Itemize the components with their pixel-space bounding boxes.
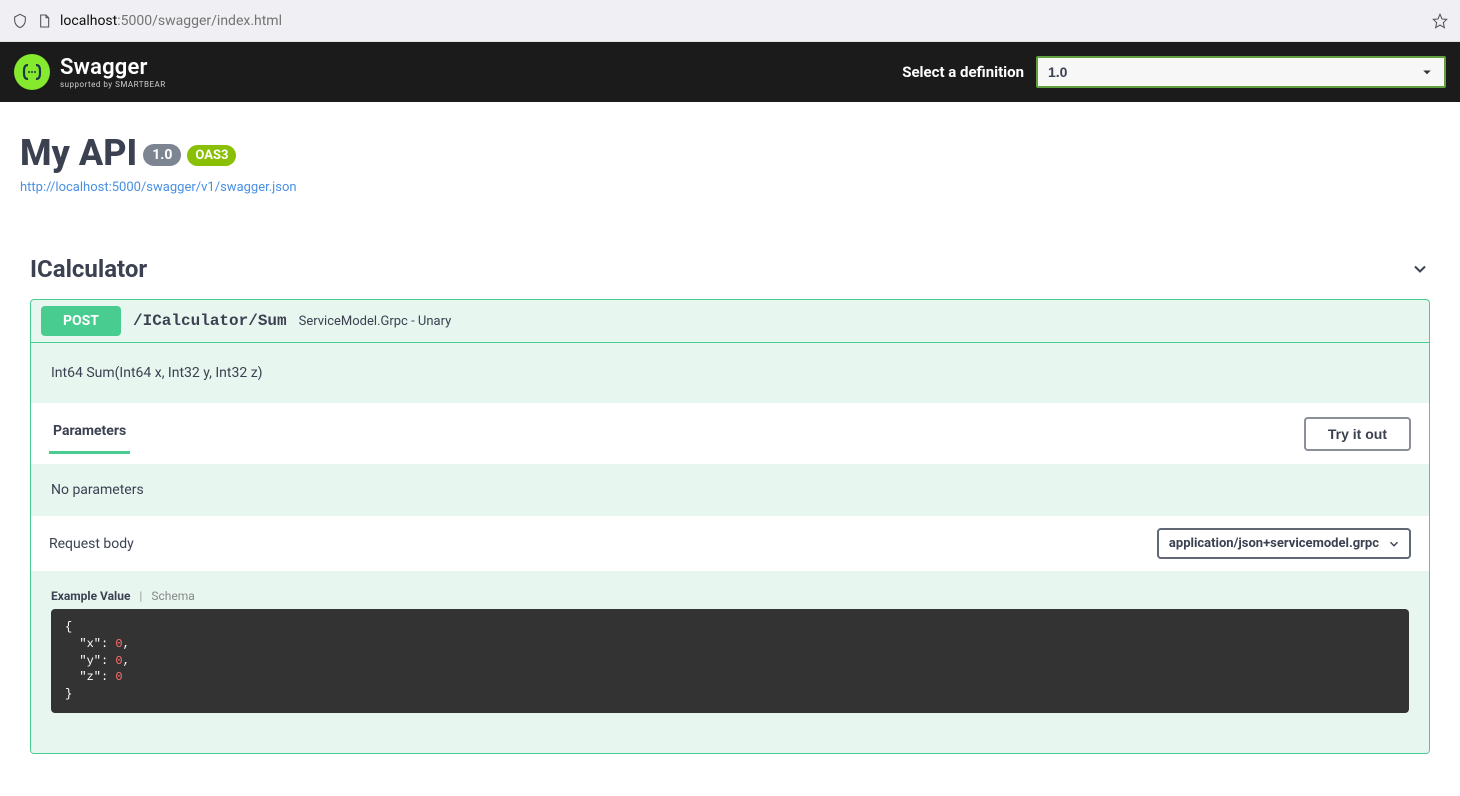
request-body-label: Request body: [49, 536, 134, 552]
http-method-badge: POST: [41, 306, 121, 336]
url-text[interactable]: localhost:5000/swagger/index.html: [60, 13, 1432, 29]
api-version-badge: 1.0: [143, 144, 181, 166]
operation-path: /ICalculator/Sum: [133, 312, 287, 330]
operation-summary-text: ServiceModel.Grpc - Unary: [299, 314, 452, 329]
example-code-block[interactable]: { "x": 0, "y": 0, "z": 0 }: [51, 609, 1409, 713]
chevron-down-icon: [1387, 537, 1401, 551]
tab-schema[interactable]: Schema: [151, 589, 194, 603]
chevron-down-icon: [1410, 259, 1430, 279]
tab-example-value[interactable]: Example Value: [51, 589, 130, 603]
content-type-select[interactable]: application/json+servicemodel.grpc: [1157, 528, 1411, 559]
browser-url-bar[interactable]: localhost:5000/swagger/index.html: [0, 0, 1460, 42]
brand-subtitle: supported by SMARTBEAR: [60, 80, 166, 89]
parameters-bar: Parameters Try it out: [31, 403, 1429, 464]
request-body-bar: Request body application/json+servicemod…: [31, 516, 1429, 571]
bookmark-star-icon[interactable]: [1432, 13, 1448, 29]
try-it-out-button[interactable]: Try it out: [1304, 417, 1411, 451]
spec-url-link[interactable]: http://localhost:5000/swagger/v1/swagger…: [20, 180, 297, 195]
definition-select-label: Select a definition: [902, 63, 1024, 81]
definition-select[interactable]: 1.0: [1036, 56, 1446, 88]
oas-badge: OAS3: [187, 145, 236, 166]
tab-parameters[interactable]: Parameters: [49, 413, 130, 454]
example-schema-tabs: Example Value | Schema: [51, 589, 1409, 603]
operation-summary[interactable]: POST /ICalculator/Sum ServiceModel.Grpc …: [31, 300, 1429, 343]
brand-name: Swagger: [60, 55, 148, 80]
section-toggle-icalculator[interactable]: ICalculator: [30, 255, 1430, 287]
section-title: ICalculator: [30, 255, 147, 283]
swagger-topbar: Swagger supported by SMARTBEAR Select a …: [0, 42, 1460, 102]
swagger-logo-icon: [14, 54, 50, 90]
swagger-logo[interactable]: Swagger supported by SMARTBEAR: [14, 54, 166, 90]
operation-description: Int64 Sum(Int64 x, Int32 y, Int32 z): [31, 343, 1429, 403]
shield-icon: [12, 13, 28, 29]
document-icon: [36, 13, 52, 29]
api-title: My API: [20, 132, 137, 174]
no-parameters-text: No parameters: [31, 464, 1429, 516]
operation-block-post-sum: POST /ICalculator/Sum ServiceModel.Grpc …: [30, 299, 1430, 754]
